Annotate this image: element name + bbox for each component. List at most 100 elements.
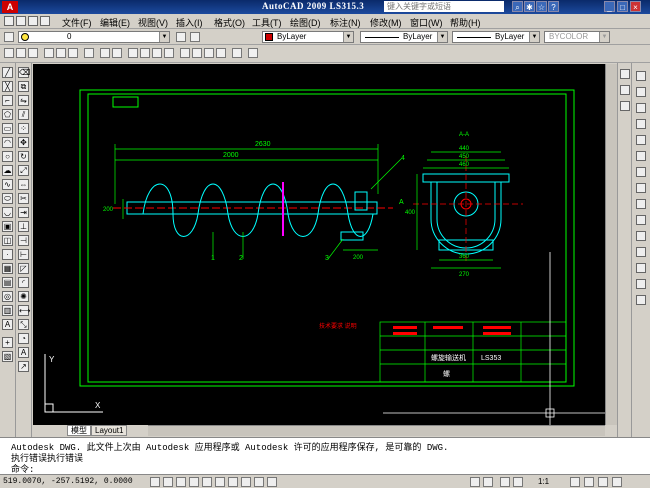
restore-button[interactable]: □ — [617, 1, 628, 12]
paste-icon[interactable] — [68, 48, 78, 58]
zoom-realtime-icon[interactable] — [140, 48, 150, 58]
menu-dimension[interactable]: 标注(N) — [330, 16, 361, 29]
close-button[interactable]: × — [630, 1, 641, 12]
menu-view[interactable]: 视图(V) — [138, 16, 168, 29]
menu-help[interactable]: 帮助(H) — [450, 16, 481, 29]
polyline-icon[interactable]: ⌐ — [2, 95, 13, 106]
menu-insert[interactable]: 插入(I) — [176, 16, 203, 29]
cut-icon[interactable] — [44, 48, 54, 58]
region-icon[interactable]: ◎ — [2, 291, 13, 302]
array-icon[interactable]: ⁘ — [18, 123, 29, 134]
drawing-canvas[interactable]: 2630 2000 200 200 1 2 3 4 A-A 440 450 46… — [33, 64, 605, 425]
vertical-scrollbar[interactable] — [605, 64, 617, 425]
help-icon[interactable]: ? — [548, 1, 559, 12]
redo-icon[interactable] — [112, 48, 122, 58]
model-space-icon[interactable] — [470, 477, 480, 487]
plotstyle-dropdown[interactable]: BYCOLOR ▼ — [544, 31, 610, 43]
make-current-layer-icon[interactable] — [176, 32, 186, 42]
make-block-icon[interactable]: ◫ — [2, 235, 13, 246]
communication-center-icon[interactable]: ✱ — [524, 1, 535, 12]
open-icon[interactable] — [16, 48, 26, 58]
tab-layout1[interactable]: Layout1 — [91, 425, 128, 436]
trim-icon[interactable]: ✂ — [18, 193, 29, 204]
move-icon[interactable]: ✥ — [18, 137, 29, 148]
arc-icon[interactable]: ◠ — [2, 137, 13, 148]
ellipse-icon[interactable]: ⬭ — [2, 193, 13, 204]
multiline-text-icon[interactable]: A — [2, 319, 13, 330]
annotation-scale[interactable]: 1:1 — [538, 477, 549, 486]
polygon-icon[interactable]: ⬠ — [2, 109, 13, 120]
copy-icon[interactable] — [56, 48, 66, 58]
zoom-previous-icon[interactable] — [164, 48, 174, 58]
print-icon[interactable] — [40, 16, 50, 26]
linetype-dropdown[interactable]: ByLayer ▼ — [360, 31, 448, 43]
dimension-linear-icon[interactable]: ⟷ — [18, 305, 30, 316]
mirror-icon[interactable]: ⇋ — [18, 95, 29, 106]
command-window[interactable]: Autodesk DWG. 此文件上次由 Autodesk 应用程序或 Auto… — [0, 437, 650, 475]
design-center-icon[interactable] — [192, 48, 202, 58]
properties-icon[interactable] — [180, 48, 190, 58]
ortho-icon[interactable] — [636, 183, 646, 193]
layer-properties-icon[interactable]: ▧ — [2, 351, 13, 362]
construction-line-icon[interactable]: ╳ — [2, 81, 13, 92]
snap-icon[interactable] — [636, 151, 646, 161]
layout-icon[interactable] — [483, 477, 493, 487]
break-at-point-icon[interactable]: ⊥ — [18, 221, 29, 232]
dimension-aligned-icon[interactable]: ⤡ — [18, 319, 29, 330]
text-style-icon[interactable] — [620, 85, 630, 95]
spline-icon[interactable]: ∿ — [2, 179, 13, 190]
dynamic-input-icon[interactable] — [241, 477, 251, 487]
undo-icon[interactable] — [100, 48, 110, 58]
menu-tools[interactable]: 工具(T) — [252, 16, 282, 29]
autocad-logo-icon[interactable]: A — [2, 1, 18, 13]
new-file-icon[interactable] — [4, 16, 14, 26]
qp-icon[interactable] — [636, 295, 646, 305]
workspace-icon[interactable] — [584, 477, 594, 487]
object-snap-tracking-icon[interactable] — [215, 477, 225, 487]
lwt-icon[interactable] — [636, 279, 646, 289]
tab-model[interactable]: 模型 — [67, 425, 91, 436]
table-icon[interactable]: ▥ — [2, 305, 13, 316]
stretch-icon[interactable]: ⇔ — [18, 179, 29, 190]
pan-icon[interactable] — [128, 48, 138, 58]
menu-edit[interactable]: 编辑(E) — [100, 16, 130, 29]
copy-object-icon[interactable]: ⧉ — [18, 81, 29, 92]
table-style-icon[interactable] — [620, 101, 630, 111]
help-search-input[interactable]: 键入关键字或短语 — [384, 1, 504, 12]
menu-file[interactable]: 文件(F) — [62, 16, 92, 29]
grid-display-icon[interactable] — [163, 477, 173, 487]
quick-properties-icon[interactable] — [267, 477, 277, 487]
clean-screen-icon[interactable] — [612, 477, 622, 487]
erase-icon[interactable]: ⌫ — [18, 67, 30, 78]
pan-icon[interactable] — [636, 119, 646, 129]
snap-mode-icon[interactable] — [150, 477, 160, 487]
layer-previous-icon[interactable] — [190, 32, 200, 42]
search-icon[interactable]: ⌕ — [512, 1, 523, 12]
menu-modify[interactable]: 修改(M) — [370, 16, 402, 29]
orbit-icon[interactable] — [636, 87, 646, 97]
object-snap-icon[interactable] — [202, 477, 212, 487]
zoom-window-icon[interactable] — [152, 48, 162, 58]
join-icon[interactable]: ⊢ — [18, 249, 29, 260]
save-icon[interactable] — [28, 16, 38, 26]
insert-block-icon[interactable]: ▣ — [2, 221, 13, 232]
scale-icon[interactable]: ⤢ — [18, 165, 29, 176]
rotate-icon[interactable]: ↻ — [18, 151, 29, 162]
brush-icon[interactable] — [636, 135, 646, 145]
dynamic-ucs-icon[interactable] — [228, 477, 238, 487]
hatch-icon[interactable]: ▦ — [2, 263, 13, 274]
revision-cloud-icon[interactable]: ☁ — [2, 165, 13, 176]
dimension-radius-icon[interactable]: ◔ — [18, 333, 29, 344]
chamfer-icon[interactable]: ◸ — [18, 263, 29, 274]
fillet-icon[interactable]: ◜ — [18, 277, 29, 288]
annotation-visibility-icon[interactable] — [570, 477, 580, 487]
pan-status-icon[interactable] — [500, 477, 510, 487]
save-icon[interactable] — [28, 48, 38, 58]
point-icon[interactable]: · — [2, 249, 13, 260]
polar-tracking-icon[interactable] — [189, 477, 199, 487]
help-icon[interactable] — [248, 48, 258, 58]
rectangle-icon[interactable]: ▭ — [2, 123, 13, 134]
menu-format[interactable]: 格式(O) — [214, 16, 245, 29]
menu-draw[interactable]: 绘图(D) — [290, 16, 321, 29]
calculator-icon[interactable] — [232, 48, 242, 58]
